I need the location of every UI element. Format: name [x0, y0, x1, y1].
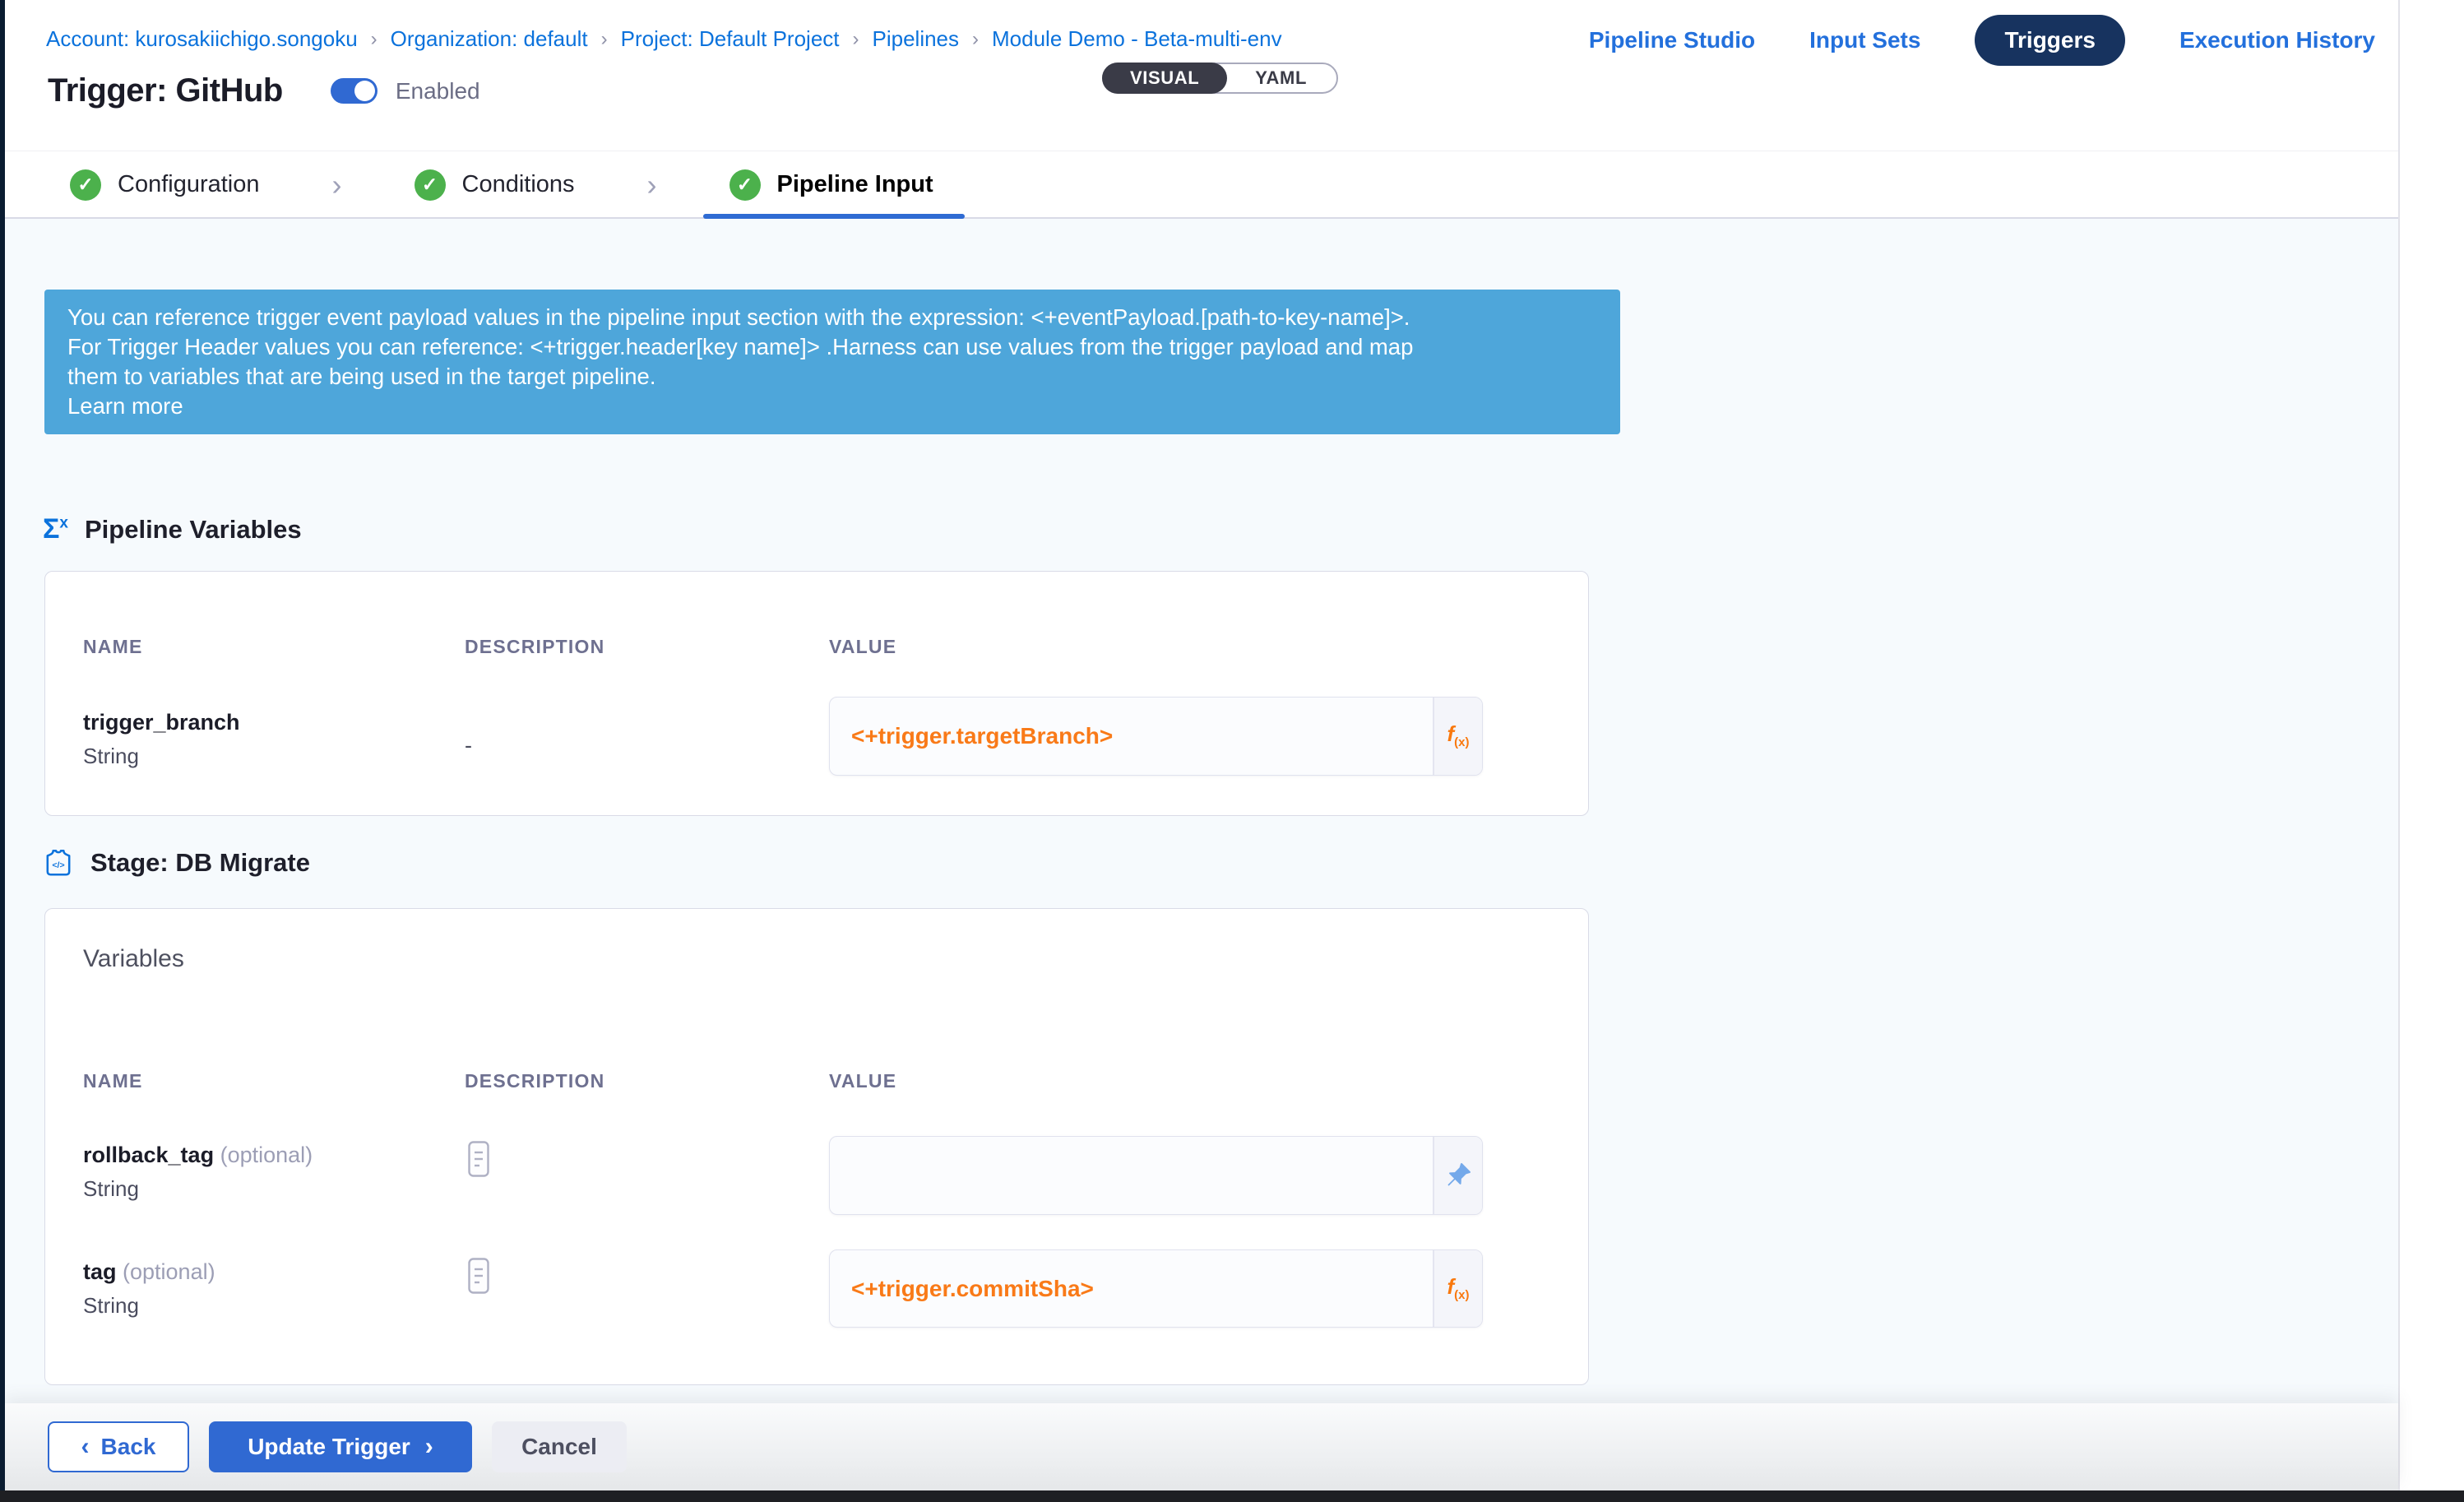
table-row: rollback_tag (optional) String: [83, 1143, 313, 1202]
variable-type: String: [83, 1293, 215, 1319]
breadcrumb-pipeline-name[interactable]: Module Demo - Beta-multi-env: [992, 26, 1282, 52]
pipeline-variables-heading: Σx Pipeline Variables: [43, 513, 302, 545]
trigger-branch-value-input[interactable]: [830, 698, 1433, 775]
pipeline-top-nav: Pipeline Studio Input Sets Triggers Exec…: [1589, 15, 2375, 66]
tag-value-input[interactable]: [830, 1250, 1433, 1327]
description-tooltip-icon[interactable]: [468, 1141, 489, 1181]
fx-icon: f(x): [1447, 723, 1469, 749]
variables-subheading: Variables: [83, 945, 184, 973]
page-title: Trigger: GitHub: [48, 72, 283, 109]
tab-conditions-label: Conditions: [462, 171, 575, 198]
breadcrumb-account[interactable]: Account: kurosakiichigo.songoku: [46, 26, 358, 52]
variable-name: trigger_branch: [83, 710, 240, 735]
fx-icon: f(x): [1447, 1276, 1469, 1301]
check-icon: ✓: [415, 169, 446, 201]
breadcrumb-separator-icon: ›: [972, 28, 979, 51]
check-icon: ✓: [70, 169, 101, 201]
title-row: Trigger: GitHub Enabled: [48, 72, 480, 109]
tab-pipeline-input-label: Pipeline Input: [777, 171, 933, 198]
chevron-left-icon: ‹: [81, 1433, 90, 1461]
pipeline-variables-card: NAME DESCRIPTION VALUE trigger_branch St…: [44, 571, 1589, 816]
table-row: tag (optional) String: [83, 1259, 215, 1319]
breadcrumb-pipelines[interactable]: Pipelines: [873, 26, 960, 52]
app-window: Account: kurosakiichigo.songoku › Organi…: [5, 0, 2400, 1502]
column-header-value: VALUE: [829, 636, 896, 658]
rollback-tag-value-field: [829, 1136, 1483, 1215]
update-trigger-button[interactable]: Update Trigger ›: [209, 1421, 472, 1472]
enabled-label: Enabled: [396, 78, 480, 104]
column-header-description: DESCRIPTION: [465, 636, 604, 658]
stage-icon: </>: [43, 847, 74, 878]
variables-sigma-icon: Σx: [43, 513, 68, 545]
column-header-name: NAME: [83, 636, 143, 658]
breadcrumb-separator-icon: ›: [601, 28, 608, 51]
trigger-branch-value-field: f(x): [829, 697, 1483, 776]
tab-conditions[interactable]: ✓ Conditions: [415, 169, 575, 201]
rollback-tag-value-input[interactable]: [830, 1137, 1433, 1214]
pipeline-variables-title: Pipeline Variables: [85, 515, 302, 545]
expression-fx-button[interactable]: f(x): [1433, 698, 1482, 775]
tag-value-field: f(x): [829, 1249, 1483, 1328]
nav-execution-history[interactable]: Execution History: [2179, 27, 2375, 53]
toggle-knob: [354, 81, 375, 101]
pin-input-type-button[interactable]: [1433, 1137, 1482, 1214]
breadcrumb: Account: kurosakiichigo.songoku › Organi…: [46, 26, 1282, 52]
wizard-tabbar: ✓ Configuration › ✓ Conditions › ✓ Pipel…: [5, 152, 2398, 219]
footer-action-bar: ‹ Back Update Trigger › Cancel: [5, 1403, 2398, 1490]
back-button[interactable]: ‹ Back: [48, 1421, 189, 1472]
chevron-right-icon: ›: [647, 168, 657, 202]
banner-text-line: You can reference trigger event payload …: [67, 303, 1597, 332]
column-header-name: NAME: [83, 1070, 143, 1092]
nav-triggers-active[interactable]: Triggers: [1975, 15, 2124, 66]
yaml-toggle-button[interactable]: YAML: [1225, 64, 1336, 92]
breadcrumb-separator-icon: ›: [853, 28, 859, 51]
pipeline-input-panel: You can reference trigger event payload …: [5, 219, 2398, 1502]
cancel-button[interactable]: Cancel: [492, 1421, 627, 1472]
banner-text-line: For Trigger Header values you can refere…: [67, 332, 1597, 362]
window-bottom-edge: [0, 1490, 2464, 1502]
banner-text-line: them to variables that are being used in…: [67, 362, 1597, 392]
stage-variables-card: Variables NAME DESCRIPTION VALUE rollbac…: [44, 908, 1589, 1385]
check-icon: ✓: [729, 169, 761, 201]
stage-heading: </> Stage: DB Migrate: [43, 847, 310, 878]
tab-configuration[interactable]: ✓ Configuration: [70, 169, 260, 201]
variable-name: tag (optional): [83, 1259, 215, 1285]
info-banner: You can reference trigger event payload …: [44, 290, 1620, 434]
variable-type: String: [83, 1176, 313, 1202]
visual-toggle-button[interactable]: VISUAL: [1102, 63, 1227, 94]
visual-yaml-toggle: VISUAL YAML: [1102, 63, 1338, 94]
stage-title: Stage: DB Migrate: [90, 848, 310, 878]
tab-pipeline-input[interactable]: ✓ Pipeline Input: [729, 169, 933, 201]
description-tooltip-icon[interactable]: [468, 1258, 489, 1298]
variable-name: rollback_tag (optional): [83, 1143, 313, 1168]
optional-label: (optional): [220, 1143, 313, 1167]
breadcrumb-organization[interactable]: Organization: default: [391, 26, 588, 52]
chevron-right-icon: ›: [425, 1433, 433, 1461]
pin-icon: [1443, 1161, 1473, 1190]
breadcrumb-separator-icon: ›: [371, 28, 377, 51]
collapsed-sidebar-edge: [0, 0, 5, 1502]
nav-input-sets[interactable]: Input Sets: [1809, 27, 1920, 53]
svg-text:</>: </>: [52, 860, 64, 870]
table-row: trigger_branch String: [83, 710, 240, 769]
tab-configuration-label: Configuration: [118, 171, 260, 198]
nav-pipeline-studio[interactable]: Pipeline Studio: [1589, 27, 1755, 53]
breadcrumb-project[interactable]: Project: Default Project: [621, 26, 840, 52]
column-header-value: VALUE: [829, 1070, 896, 1092]
column-header-description: DESCRIPTION: [465, 1070, 604, 1092]
page-header: Account: kurosakiichigo.songoku › Organi…: [5, 0, 2398, 151]
enabled-toggle[interactable]: [331, 78, 377, 104]
optional-label: (optional): [123, 1259, 215, 1284]
chevron-right-icon: ›: [332, 168, 342, 202]
learn-more-link[interactable]: Learn more: [67, 392, 1597, 421]
variable-description: -: [465, 733, 472, 758]
back-button-label: Back: [101, 1434, 156, 1460]
cancel-button-label: Cancel: [521, 1434, 597, 1460]
variable-type: String: [83, 744, 240, 769]
expression-fx-button[interactable]: f(x): [1433, 1250, 1482, 1327]
update-trigger-label: Update Trigger: [248, 1434, 410, 1460]
